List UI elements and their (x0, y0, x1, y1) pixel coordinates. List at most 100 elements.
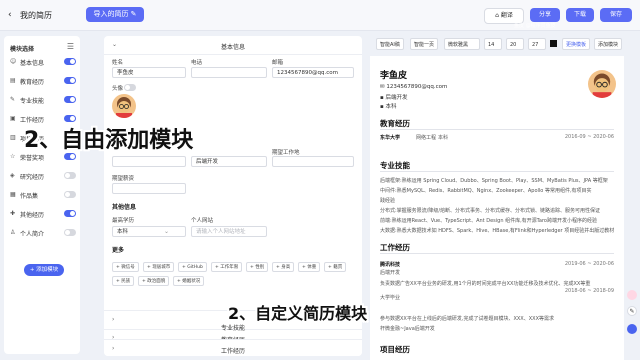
module-icon: ▦ (10, 191, 16, 198)
add-module-preview-button[interactable]: 添加模块 (594, 38, 623, 50)
module-toggle[interactable] (64, 210, 76, 217)
edit-icon[interactable]: ✎ (627, 306, 637, 316)
module-icon: ▤ (10, 77, 16, 84)
onepage-button[interactable]: 智能一页 (410, 38, 439, 50)
job-location-label: 期望工作地 (272, 150, 300, 156)
import-resume-button[interactable]: 导入的简历 ✎ (86, 7, 144, 22)
menu-icon[interactable]: ☰ (67, 42, 74, 51)
email-label: 邮箱 (272, 60, 284, 66)
divider (380, 129, 614, 130)
sidebar-item[interactable]: ◈ 研究经历 (10, 170, 76, 182)
sidebar-item[interactable]: ✎ 专业技能 (10, 94, 76, 106)
add-module-button[interactable]: + 添加模块 (24, 264, 64, 276)
name-label: 姓名 (112, 60, 124, 66)
sidebar-item-label: 教育经历 (20, 79, 45, 86)
sidebar-item-label: 作品集 (20, 193, 39, 200)
add-field-chip[interactable]: + 籍贯 (324, 262, 347, 272)
module-icon: ✎ (10, 96, 16, 103)
translate-icon: ⌂ (495, 12, 501, 19)
education-select[interactable]: 本科 (112, 226, 186, 237)
font-select[interactable]: 微软雅黑 (444, 38, 480, 50)
share-button[interactable]: 分享 (530, 8, 560, 22)
module-toggle[interactable] (64, 115, 76, 122)
color-swatch[interactable] (550, 40, 557, 47)
sidebar-item-label: 研究经历 (20, 174, 45, 181)
salary-label: 期望薪资 (112, 176, 135, 182)
module-icon: ♙ (10, 229, 16, 236)
sidebar-item[interactable]: ✚ 其他经历 (10, 208, 76, 220)
avatar-toggle[interactable] (124, 84, 136, 91)
major: 网络工程 (416, 135, 437, 141)
help-icon[interactable] (627, 324, 637, 334)
module-toggle[interactable] (64, 191, 76, 198)
line-height-select[interactable]: 20 (506, 38, 524, 50)
avatar-small-icon[interactable] (627, 290, 637, 300)
sidebar-item[interactable]: ▦ 作品集 (10, 189, 76, 201)
caption-custom-module: 2、自定义简历模块 (228, 304, 368, 323)
chevron-down-icon: ⌄ (164, 228, 170, 235)
website-input[interactable]: 请输入个人网站地址 (191, 226, 267, 237)
watermark: 鱼皮 @程序员鱼皮 (514, 23, 556, 29)
field-input[interactable] (112, 156, 186, 167)
font-size-select[interactable]: 14 (484, 38, 502, 50)
sidebar-item-label: 其他经历 (20, 212, 45, 219)
add-field-chip[interactable]: + 政治面貌 (138, 276, 170, 286)
avatar[interactable] (112, 94, 136, 118)
module-toggle[interactable] (64, 77, 76, 84)
salary-input[interactable] (112, 183, 186, 194)
section-basic-header[interactable]: ⌄ 基本信息 (104, 36, 362, 55)
module-toggle[interactable] (64, 172, 76, 179)
resume-job: ▪ 后端开发 (380, 95, 408, 101)
avatar-label: 头像 (112, 86, 124, 92)
caption-add-module: 2、自由添加模块 (24, 128, 194, 153)
school: 东华大学 (380, 135, 401, 141)
sidebar-item[interactable]: ▤ 教育经历 (10, 75, 76, 87)
job-location-input[interactable] (272, 156, 354, 167)
website-label: 个人网站 (191, 218, 214, 224)
work-desc: 参与数据XX平台在上线后的后端研发,完成了试卷题目模块、XXX、XXX等需求 (380, 316, 554, 322)
name-input[interactable]: 李鱼皮 (112, 67, 186, 78)
work-date: 2019-06 ~ 2020-06 (564, 261, 614, 267)
margin-select[interactable]: 27 (528, 38, 546, 50)
add-field-chip[interactable]: + 婚姻状况 (173, 276, 205, 286)
add-field-chip[interactable]: + 现居城市 (143, 262, 175, 272)
resume-email: ✉ 1234567890@qq.com (380, 84, 448, 90)
resume-name: 李鱼皮 (380, 71, 408, 81)
preview-toolbar: 智能AI稿 智能一页 微软雅黑 14 20 27 更换模板 添加模块 (376, 38, 623, 52)
back-icon[interactable]: ‹ (8, 10, 12, 20)
position-input[interactable]: 后端开发 (191, 156, 267, 167)
add-field-chip[interactable]: + 民族 (112, 276, 135, 286)
save-button[interactable]: 保存 (600, 8, 632, 22)
divider (380, 171, 614, 172)
add-field-chip[interactable]: + 身高 (272, 262, 295, 272)
work-desc: 杆微金融~Java后端开发 (380, 326, 435, 332)
resume-preview: 李鱼皮 ✉ 1234567890@qq.com ▪ 后端开发 ▪ 本科 教育经历… (370, 56, 624, 360)
skill-line: 大数据:熟悉大数据技术如 HDFS、Spark、Hive、HBase,有Flin… (380, 228, 615, 234)
sidebar-item[interactable]: ☺ 基本信息 (10, 56, 76, 68)
email-input[interactable]: 1234567890@qq.com (272, 67, 354, 78)
sidebar-item-label: 专业技能 (20, 98, 45, 105)
sidebar-item[interactable]: ♙ 个人简介 (10, 227, 76, 239)
download-button[interactable]: 下载 (566, 8, 594, 22)
module-icon: ☆ (10, 153, 16, 160)
phone-input[interactable] (191, 67, 267, 78)
section-work-header[interactable]: › 工作经历 (104, 339, 362, 356)
module-toggle[interactable] (64, 58, 76, 65)
module-toggle[interactable] (64, 229, 76, 236)
add-field-chip[interactable]: + 体重 (298, 262, 321, 272)
add-field-chip[interactable]: + 性别 (246, 262, 269, 272)
add-field-chip[interactable]: + 工作年限 (211, 262, 243, 272)
resume-project-heading: 项目经历 (380, 345, 410, 354)
module-icon: ☺ (10, 58, 17, 65)
module-toggle[interactable] (64, 96, 76, 103)
add-field-chip[interactable]: + GitHub (178, 262, 207, 272)
change-template-button[interactable]: 更换模板 (562, 38, 591, 50)
sidebar-item-label: 基本信息 (20, 60, 45, 67)
degree: 本科 (438, 135, 449, 141)
add-field-chip[interactable]: + 微信号 (112, 262, 139, 272)
skill-line: 前端:熟练运用React、Vue、TypeScript、Ant Design 组… (380, 218, 597, 224)
module-toggle[interactable] (64, 153, 76, 160)
resume-work-heading: 工作经历 (380, 243, 410, 252)
work-date: 2018-06 ~ 2018-09 (564, 288, 614, 294)
ai-button[interactable]: 智能AI稿 (376, 38, 404, 50)
